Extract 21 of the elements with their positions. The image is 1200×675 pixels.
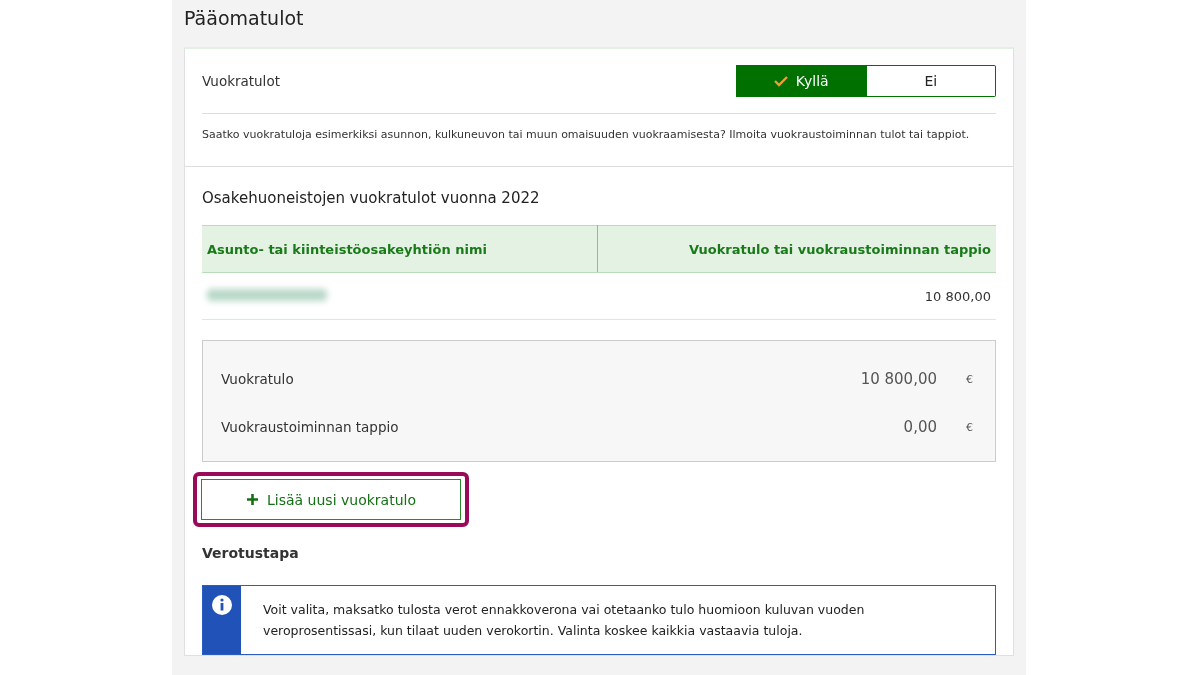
column-header: Vuokratulo tai vuokraustoiminnan tappio bbox=[597, 225, 996, 273]
plus-icon bbox=[246, 493, 259, 506]
summary-value: 0,00 bbox=[902, 418, 937, 436]
question-label: Vuokratulot bbox=[202, 73, 280, 89]
info-text: Voit valita, maksatko tulosta verot ennakkoverona vai otetaanko tulo huomioon kuluvan vuoden veroprosentissasi, kun tilaat uuden verokortin. Valinta koskee kaikkia vastaavia tuloja. bbox=[262, 601, 866, 640]
add-rental-income-button[interactable]: Lisää uusi vuokratulo bbox=[201, 479, 461, 520]
section-heading: Osakehuoneistojen vuokratulot vuonna 2022 bbox=[202, 189, 541, 207]
table-cell: 10 800,00 bbox=[597, 272, 996, 320]
toggle-option[interactable]: Ei bbox=[866, 65, 996, 97]
section-heading: Verotustapa bbox=[202, 545, 300, 561]
question-description: Saatko vuokratuloja esimerkiksi asunnon, kulkuneuvon tai muun omaisuuden vuokraamisesta? Ilmoita vuokraustoiminnan tulot tai tappiot. bbox=[202, 127, 971, 143]
column-header: Asunto- tai kiinteistöosakeyhtiön nimi bbox=[202, 225, 598, 273]
summary-value: 10 800,00 bbox=[859, 370, 937, 388]
check-icon bbox=[773, 75, 788, 87]
toggle-option[interactable]: Kyllä bbox=[736, 65, 867, 97]
summary-label: Vuokratulo bbox=[221, 371, 295, 387]
currency-unit: € bbox=[965, 420, 974, 434]
page-title: Pääomatulot bbox=[184, 6, 305, 31]
info-icon bbox=[211, 594, 233, 616]
currency-unit: € bbox=[965, 372, 974, 386]
summary-label: Vuokraustoiminnan tappio bbox=[221, 419, 400, 435]
